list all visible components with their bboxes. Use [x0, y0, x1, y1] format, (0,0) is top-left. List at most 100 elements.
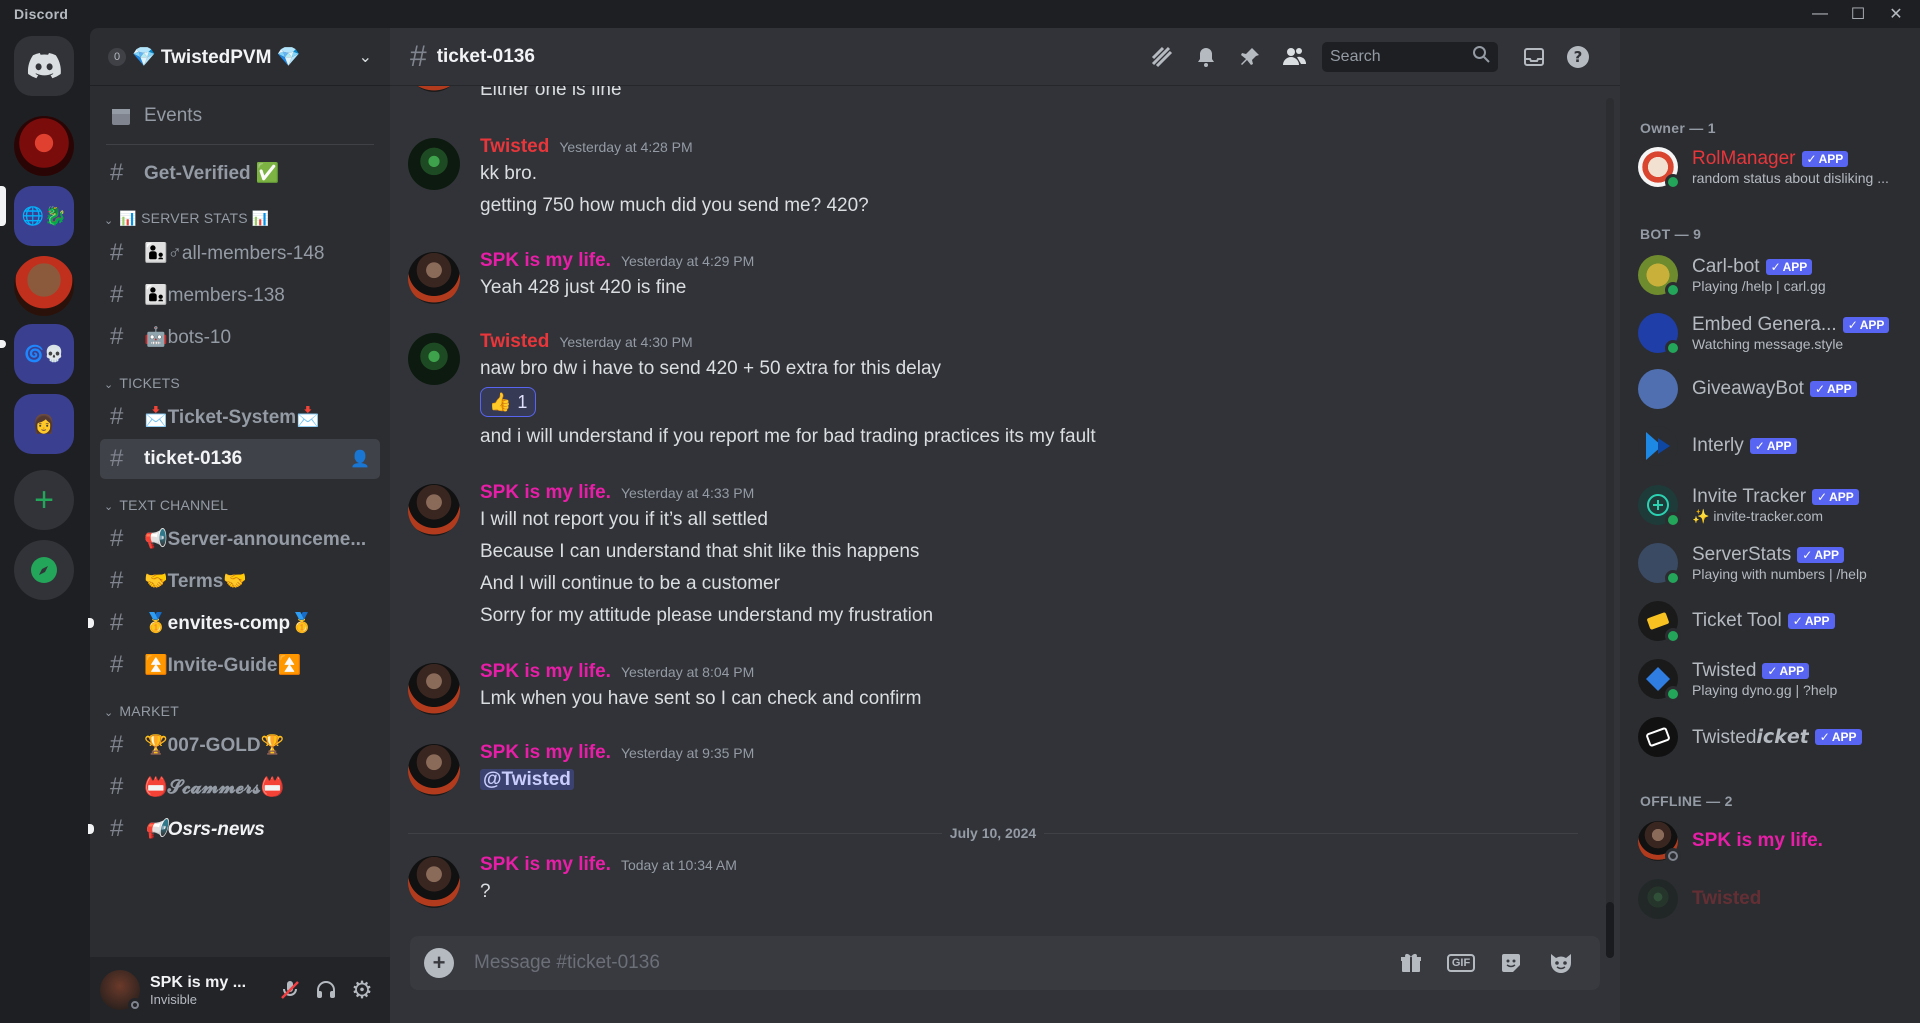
member-item[interactable]: Interly ✓ APP [1638, 421, 1908, 471]
server-icon-demon[interactable] [14, 116, 74, 176]
member-item[interactable]: ServerStats ✓ APP Playing with numbers | … [1638, 538, 1908, 588]
server-folder-3[interactable]: 👩 [14, 394, 74, 454]
channel-ticket-system[interactable]: # 📩Ticket-System📩 [100, 397, 380, 437]
channel-all-members[interactable]: # 👨‍👦♂all-members-148 [100, 233, 380, 273]
member-name: RolManager [1692, 148, 1796, 169]
avatar[interactable] [408, 663, 460, 715]
channel-label: Get-Verified ✅ [144, 163, 280, 184]
discover-icon[interactable] [14, 540, 74, 600]
settings-gear-icon[interactable]: ⚙ [344, 972, 380, 1008]
gift-icon[interactable] [1386, 943, 1436, 983]
user-avatar[interactable] [100, 970, 142, 1012]
channel-envites-comp[interactable]: # 🥇envites-comp🥇 [88, 603, 380, 643]
member-item[interactable]: Twisted𝙞𝙘𝙠𝙚𝙩 ✓ APP [1638, 712, 1908, 762]
app-title: Discord [14, 6, 69, 22]
member-item[interactable]: Embed Genera... ✓ APP Watching message.st… [1638, 308, 1908, 358]
avatar[interactable] [408, 856, 460, 908]
notification-bell-icon[interactable] [1184, 35, 1228, 79]
member-category-owner: Owner — 1 [1640, 120, 1716, 136]
member-item[interactable]: Carl-bot ✓ APP Playing /help | carl.gg [1638, 250, 1908, 300]
channel-bots[interactable]: # 🤖bots-10 [100, 317, 380, 357]
events-label: Events [144, 105, 203, 126]
close-icon[interactable]: ✕ [1880, 0, 1912, 28]
channel-terms[interactable]: # 🤝Terms🤝 [100, 561, 380, 601]
server-folder-1[interactable]: 🌐🐉 [14, 186, 74, 246]
channel-007-gold[interactable]: # 🏆007-GOLD🏆 [100, 725, 380, 765]
headphones-icon[interactable] [308, 972, 344, 1008]
message-author[interactable]: SPK is my life. [480, 482, 611, 504]
app-tag: ✓ APP [1801, 151, 1849, 167]
chevron-down-icon: ⌄ [104, 501, 114, 513]
avatar[interactable] [408, 252, 460, 304]
channel-ticket-0136[interactable]: # ticket-0136 👤 [100, 439, 380, 479]
server-icon-face[interactable] [14, 256, 74, 316]
category-text-channel[interactable]: ⌄ TEXT CHANNEL [100, 489, 380, 519]
category-label: 📊 SERVER STATS 📊 [119, 210, 270, 226]
member-item[interactable]: Ticket Tool ✓ APP [1638, 596, 1908, 646]
member-item[interactable]: SPK is my life. [1638, 816, 1908, 866]
pin-icon[interactable] [1228, 35, 1272, 79]
channel-osrs-news[interactable]: # 📢Osrs-news [88, 809, 380, 849]
message-author[interactable]: Twisted [480, 331, 549, 353]
emoji-icon[interactable] [1536, 943, 1586, 983]
sticker-icon[interactable] [1486, 943, 1536, 983]
server-folder-2[interactable]: 🌀💀 [14, 324, 74, 384]
member-item[interactable]: Twisted ✓ APP Playing dyno.gg | ?help [1638, 654, 1908, 704]
avatar[interactable] [408, 484, 460, 536]
avatar[interactable] [408, 86, 460, 92]
gif-icon[interactable]: GIF [1436, 943, 1486, 983]
channel-get-verified[interactable]: # Get-Verified ✅ [100, 153, 380, 193]
member-avatar [1638, 426, 1678, 466]
member-item[interactable]: Invite Tracker ✓ APP ✨ invite-tracker.com [1638, 480, 1908, 530]
avatar[interactable] [408, 138, 460, 190]
calendar-icon [110, 105, 138, 127]
chevron-down-icon[interactable]: ⌄ [359, 47, 372, 67]
add-attachment-icon[interactable]: + [424, 948, 454, 978]
threads-icon[interactable] [1140, 35, 1184, 79]
reaction-thumbs-up[interactable]: 👍 1 [480, 387, 537, 417]
member-list-icon[interactable] [1272, 35, 1316, 79]
message-input[interactable]: + Message #ticket-0136 GIF [410, 936, 1600, 990]
message-author[interactable]: SPK is my life. [480, 854, 611, 876]
member-name: Carl-bot [1692, 256, 1760, 277]
server-header[interactable]: 0 💎 TwistedPVM 💎 ⌄ [90, 28, 390, 86]
user-name[interactable]: SPK is my ... [150, 974, 272, 992]
message-author[interactable]: SPK is my life. [480, 250, 611, 272]
member-avatar [1638, 147, 1681, 190]
hash-icon: # [110, 651, 124, 678]
date-label: July 10, 2024 [949, 825, 1037, 841]
scrollbar[interactable] [1606, 98, 1614, 958]
maximize-icon[interactable]: ☐ [1842, 0, 1874, 28]
channel-scammers[interactable]: # 📛𝓢𝓬𝓪𝓶𝓶𝓮𝓻𝓼📛 [100, 767, 380, 807]
search-input[interactable]: Search [1322, 41, 1498, 72]
message-author[interactable]: SPK is my life. [480, 661, 611, 683]
message-author[interactable]: SPK is my life. [480, 742, 611, 764]
add-server-icon[interactable]: + [14, 470, 74, 530]
channel-header: # ticket-0136 Search ? [390, 28, 1620, 86]
member-item[interactable]: RolManager ✓ APP random status about disl… [1638, 142, 1908, 192]
member-item[interactable]: GiveawayBot ✓ APP [1638, 364, 1908, 414]
discord-home-icon[interactable] [14, 36, 74, 96]
member-item[interactable]: Twisted [1638, 874, 1908, 924]
channel-server-announcements[interactable]: # 📢Server-announceme... [100, 519, 380, 559]
locked-hash-icon: # [410, 39, 427, 73]
channel-invite-guide[interactable]: # ⏫Invite-Guide⏫ [100, 645, 380, 685]
avatar[interactable] [408, 333, 460, 385]
help-icon[interactable]: ? [1556, 35, 1600, 79]
mute-mic-icon[interactable] [272, 972, 308, 1008]
chevron-down-icon: ⌄ [104, 707, 114, 719]
scrollbar-thumb[interactable] [1606, 902, 1614, 958]
category-tickets[interactable]: ⌄ TICKETS [100, 367, 380, 397]
category-server-stats[interactable]: ⌄ 📊 SERVER STATS 📊 [100, 203, 380, 233]
channel-members[interactable]: # 👨‍👦members-138 [100, 275, 380, 315]
add-member-icon[interactable]: 👤 [350, 449, 370, 469]
inbox-icon[interactable] [1512, 35, 1556, 79]
user-mention[interactable]: @Twisted [480, 769, 574, 790]
category-market[interactable]: ⌄ MARKET [100, 695, 380, 725]
message-author[interactable]: Twisted [480, 136, 549, 158]
hash-icon: # [110, 239, 124, 266]
category-label: TEXT CHANNEL [119, 497, 229, 513]
avatar[interactable] [408, 744, 460, 796]
minimize-icon[interactable]: — [1804, 0, 1836, 28]
events-item[interactable]: Events [100, 96, 380, 136]
